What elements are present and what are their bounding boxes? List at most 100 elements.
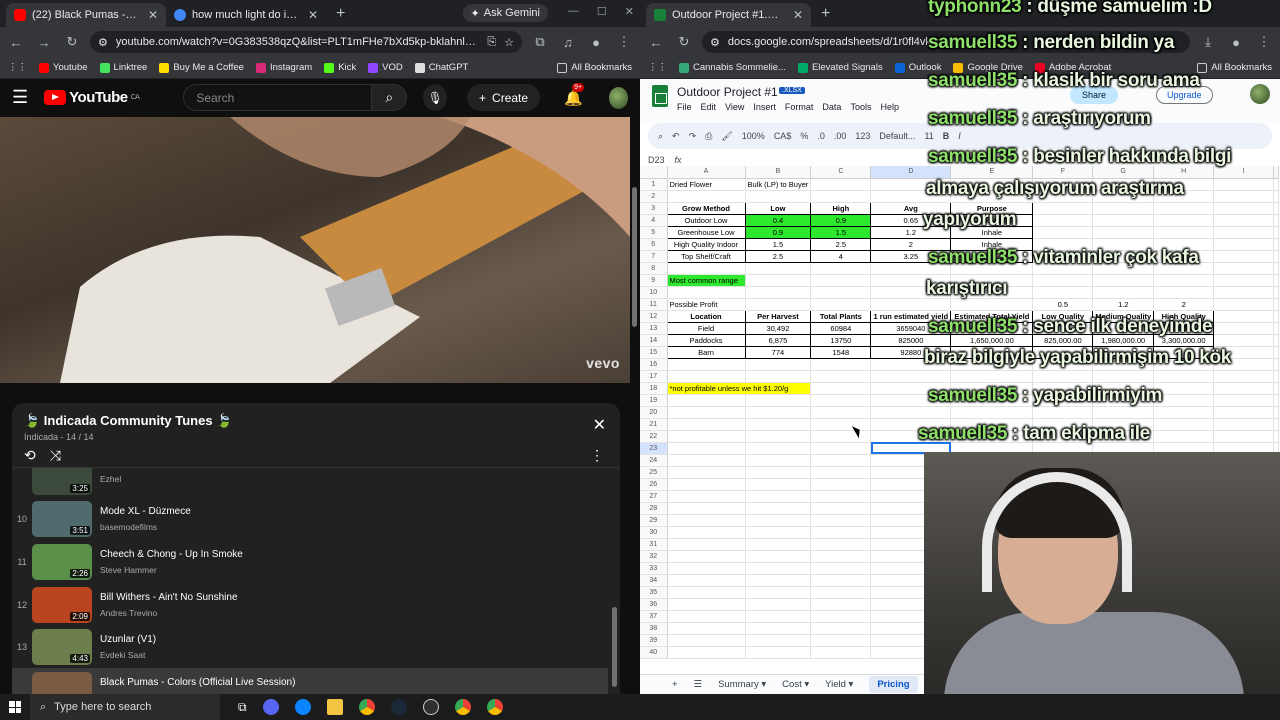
all-bookmarks[interactable]: All Bookmarks [1197,62,1272,73]
column-header-f[interactable]: F [1032,166,1094,179]
cell[interactable]: 1.5 [744,237,812,251]
cell[interactable] [1153,238,1215,251]
sheet-tab-summary[interactable]: Summary ▾ [718,679,766,690]
cell[interactable] [810,538,872,551]
cell[interactable] [1153,178,1215,191]
cell[interactable] [1092,430,1155,443]
cell[interactable] [1213,334,1275,347]
file-explorer-icon[interactable] [326,699,343,715]
cell[interactable]: 30,492 [744,321,812,335]
font-select[interactable]: Default... [879,131,915,141]
cell[interactable] [810,550,872,563]
cell[interactable] [810,190,872,203]
cell[interactable] [745,286,812,299]
cell[interactable]: 0.65 [870,213,952,227]
cell[interactable] [1092,202,1155,215]
bookmark-cannabis-sommelier[interactable]: Cannabis Sommelie... [679,62,786,73]
cell[interactable] [950,418,1034,431]
cell[interactable] [1092,262,1155,275]
new-tab-icon[interactable]: + [326,5,355,27]
cell[interactable]: 13750 [810,333,872,347]
select-all-corner[interactable] [640,166,668,179]
row-header[interactable]: 28 [640,502,668,515]
upgrade-button[interactable]: Upgrade [1156,86,1213,104]
cell[interactable] [667,358,746,371]
maximize-icon[interactable]: ☐ [597,5,607,18]
site-info-icon[interactable]: ⚙ [98,36,108,49]
list-item[interactable]: 6:47 Black Pumas - Colors (Official Live … [12,668,608,694]
row-header[interactable]: 25 [640,466,668,479]
row-header[interactable]: 22 [640,430,668,443]
cell[interactable] [667,370,746,383]
cell[interactable] [745,466,812,479]
row-header[interactable]: 3 [640,202,668,215]
cell[interactable] [667,430,746,443]
cell[interactable] [1153,286,1215,299]
cell[interactable] [1092,178,1155,191]
cell[interactable] [1273,238,1280,251]
avatar[interactable] [1250,84,1270,104]
thumbnail[interactable]: 3:25 [32,468,92,495]
menu-item-insert[interactable]: Insert [753,102,776,112]
cell[interactable] [810,454,872,467]
ask-gemini-button[interactable]: ✦ Ask Gemini [462,4,548,22]
cell[interactable] [1092,382,1155,395]
share-button[interactable]: Share [1070,86,1119,104]
cell[interactable] [667,454,746,467]
cell[interactable] [1032,394,1094,407]
cell[interactable] [1032,418,1094,431]
cell[interactable] [810,418,872,431]
cell[interactable] [745,562,812,575]
close-tab-icon[interactable]: ✕ [793,8,803,22]
cell[interactable] [1273,406,1280,419]
cell[interactable] [745,586,812,599]
cell[interactable] [810,466,872,479]
cell[interactable] [745,262,812,275]
row-header[interactable]: 7 [640,250,668,263]
percent-format-button[interactable]: % [800,131,808,141]
cell[interactable]: 2.5 [744,249,812,263]
cell[interactable] [1213,238,1275,251]
cell[interactable] [667,478,746,491]
cell[interactable] [1032,370,1094,383]
cell[interactable] [1213,382,1275,395]
list-item[interactable]: 11 2:26 Cheech & Chong - Up In Smoke Steve … [12,540,608,583]
cell[interactable] [667,538,746,551]
cell[interactable] [1153,226,1215,239]
minimize-icon[interactable]: — [568,5,579,18]
cell[interactable] [1273,346,1280,359]
cell[interactable] [1213,274,1275,287]
cell[interactable]: High [810,201,872,215]
cell[interactable]: Possible Profit [667,298,746,311]
cell[interactable] [667,586,746,599]
cell[interactable]: 6,875 [744,333,812,347]
cell[interactable] [1032,430,1094,443]
menu-icon[interactable]: ⋮ [614,34,634,50]
cell[interactable]: 2 [1153,298,1215,311]
cell[interactable] [667,562,746,575]
cell[interactable] [1153,358,1215,371]
tab-sheets[interactable]: Outdoor Project #1.xlsx - Goog ✕ [646,3,811,27]
cell[interactable] [1032,382,1094,395]
cell[interactable] [1092,190,1155,203]
row-header[interactable]: 39 [640,634,668,647]
cell[interactable] [1153,418,1215,431]
cell[interactable] [810,562,872,575]
back-icon[interactable]: ← [646,35,666,50]
obs-icon[interactable] [422,699,439,715]
cell[interactable] [1032,190,1094,203]
row-header[interactable]: 37 [640,610,668,623]
cell[interactable]: Grow Method [666,201,746,215]
avatar[interactable] [608,86,629,109]
print-icon[interactable]: ⎙ [705,131,712,142]
task-view-icon[interactable]: ⧉ [238,700,247,715]
cell[interactable] [745,454,812,467]
playlist-title[interactable]: 🍃 Indicada Community Tunes 🍃 [24,413,232,429]
app-blue-icon[interactable] [294,699,311,715]
cell[interactable] [1153,394,1215,407]
cell[interactable] [667,490,746,503]
cell[interactable]: 825000 [870,333,952,347]
cell[interactable] [1032,286,1094,299]
all-sheets-icon[interactable]: ☰ [694,679,703,690]
bookmark-outlook[interactable]: Outlook [894,62,941,73]
